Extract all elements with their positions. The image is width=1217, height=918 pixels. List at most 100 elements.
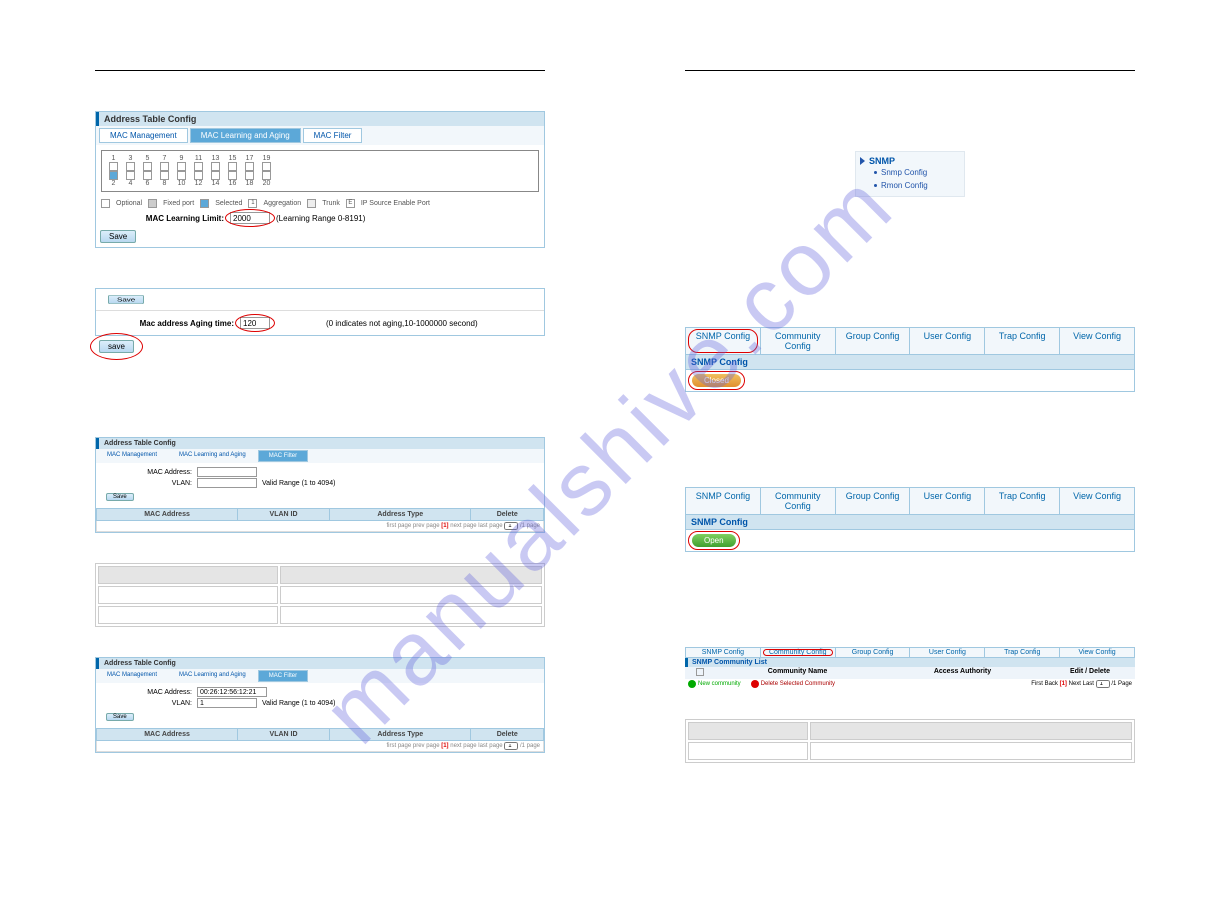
- panel-title: Address Table Config: [96, 112, 544, 126]
- legend-optional-icon: [101, 199, 110, 208]
- tab-group-config[interactable]: Group Config: [836, 648, 911, 657]
- tabs: MAC Management MAC Learning and Aging MA…: [96, 126, 544, 145]
- property-table: [685, 719, 1135, 763]
- tab-trap-config[interactable]: Trap Config: [985, 328, 1060, 354]
- port-selector[interactable]: 135791113151719 2468101214161820: [101, 150, 539, 192]
- nav-rmon-config[interactable]: Rmon Config: [874, 179, 960, 192]
- legend-fixed-icon: [148, 199, 157, 208]
- vlan-input[interactable]: [197, 478, 257, 488]
- tab-snmp-config[interactable]: SNMP Config: [686, 648, 761, 657]
- community-list-title: SNMP Community List: [685, 658, 1135, 667]
- tab-view-config[interactable]: View Config: [1060, 328, 1134, 354]
- port-chk-selected[interactable]: [109, 171, 118, 180]
- aging-row: Mac address Aging time: (0 indicates not…: [96, 310, 544, 335]
- tab-mac-learning-aging[interactable]: MAC Learning and Aging: [190, 128, 301, 143]
- aging-input[interactable]: [240, 317, 270, 329]
- save-button[interactable]: Save: [100, 230, 136, 243]
- mac-limit-label: MAC Learning Limit:: [104, 214, 224, 223]
- legend-agg-icon: [248, 199, 257, 208]
- nav-snmp-config[interactable]: Snmp Config: [874, 166, 960, 179]
- plus-icon: [688, 680, 696, 688]
- mac-filter-panel-filled: Address Table Config MAC Management MAC …: [95, 657, 545, 753]
- new-community-link[interactable]: New community: [688, 680, 741, 688]
- mac-limit-input[interactable]: [230, 212, 270, 224]
- vlan-hint: Valid Range (1 to 4094): [262, 700, 335, 707]
- snmp-sub-title: SNMP Config: [685, 355, 1135, 370]
- save-button[interactable]: Save: [106, 493, 134, 501]
- mac-filter-panel: Address Table Config MAC Management MAC …: [95, 437, 545, 533]
- page-input[interactable]: [504, 742, 518, 750]
- bullet-icon: [874, 184, 877, 187]
- mac-addr-input[interactable]: [197, 467, 257, 477]
- tab-snmp-config[interactable]: SNMP Config: [686, 328, 761, 354]
- chevron-right-icon: [860, 157, 865, 165]
- tab-group-config[interactable]: Group Config: [836, 488, 911, 514]
- aging-label: Mac address Aging time:: [104, 319, 234, 328]
- tab-user-config[interactable]: User Config: [910, 328, 985, 354]
- tab-user-config[interactable]: User Config: [910, 488, 985, 514]
- snmp-tabs: SNMP Config Community Config Group Confi…: [685, 487, 1135, 515]
- panel-title: Address Table Config: [96, 658, 544, 669]
- snmp-toggle-row: Open: [685, 530, 1135, 552]
- select-all-chk[interactable]: [696, 668, 704, 676]
- snmp-sub-title: SNMP Config: [685, 515, 1135, 530]
- save-button-aging[interactable]: save: [99, 340, 134, 353]
- port-num-row2: 2468101214161820: [106, 180, 534, 187]
- tabs: MAC Management MAC Learning and Aging MA…: [96, 449, 544, 463]
- snmp-tabs: SNMP Config Community Config Group Confi…: [685, 647, 1135, 658]
- save-button[interactable]: Save: [106, 713, 134, 721]
- divider: [685, 70, 1135, 71]
- mac-addr-label: MAC Address:: [102, 469, 192, 476]
- snmp-tabs: SNMP Config Community Config Group Confi…: [685, 327, 1135, 355]
- save-button-top[interactable]: Save: [108, 295, 144, 304]
- tab-mac-management[interactable]: MAC Management: [99, 128, 188, 143]
- snmp-toggle-closed[interactable]: Closed: [692, 374, 741, 387]
- page-left: Address Table Config MAC Management MAC …: [95, 70, 545, 763]
- page-input[interactable]: [1096, 680, 1110, 688]
- delete-selected-link[interactable]: Delete Selected Community: [751, 680, 835, 688]
- panel-title: Address Table Config: [96, 438, 544, 449]
- tab-snmp-config[interactable]: SNMP Config: [686, 488, 761, 514]
- bullet-icon: [874, 171, 877, 174]
- legend-ip-icon: [346, 199, 355, 208]
- nav-snmp[interactable]: SNMP: [860, 156, 960, 166]
- tab-view-config[interactable]: View Config: [1060, 488, 1134, 514]
- vlan-hint: Valid Range (1 to 4094): [262, 480, 335, 487]
- tab-community-config[interactable]: Community Config: [761, 648, 836, 657]
- tab-community-config[interactable]: Community Config: [761, 328, 836, 354]
- minus-icon: [751, 680, 759, 688]
- legend-selected-icon: [200, 199, 209, 208]
- vlan-label: VLAN:: [102, 480, 192, 487]
- community-action-row: New community Delete Selected Community …: [685, 679, 1135, 689]
- community-header-row: Community Name Access Authority Edit / D…: [685, 667, 1135, 679]
- tab-community-config[interactable]: Community Config: [761, 488, 836, 514]
- tab-mac-filter[interactable]: MAC Filter: [303, 128, 363, 143]
- pager: first page prev page [1] next page last …: [96, 741, 544, 752]
- tab-mac-learning-aging[interactable]: MAC Learning and Aging: [169, 670, 256, 682]
- tab-user-config[interactable]: User Config: [910, 648, 985, 657]
- tab-mac-management[interactable]: MAC Management: [97, 450, 167, 462]
- page-right: SNMP Snmp Config Rmon Config SNMP Config…: [685, 70, 1135, 763]
- port-chk[interactable]: [109, 162, 118, 171]
- mac-limit-row: MAC Learning Limit: (Learning Range 0-81…: [96, 210, 544, 226]
- tab-group-config[interactable]: Group Config: [836, 328, 911, 354]
- mac-filter-table: MAC AddressVLAN IDAddress TypeDelete: [96, 508, 544, 521]
- tab-trap-config[interactable]: Trap Config: [985, 648, 1060, 657]
- snmp-toggle-open[interactable]: Open: [692, 534, 736, 547]
- tab-mac-learning-aging[interactable]: MAC Learning and Aging: [169, 450, 256, 462]
- tab-trap-config[interactable]: Trap Config: [985, 488, 1060, 514]
- mac-addr-input[interactable]: [197, 687, 267, 697]
- page-input[interactable]: [504, 522, 518, 530]
- pager: first page prev page [1] next page last …: [96, 521, 544, 532]
- mac-filter-table: MAC AddressVLAN IDAddress TypeDelete: [96, 728, 544, 741]
- vlan-input[interactable]: [197, 698, 257, 708]
- property-table: [95, 563, 545, 627]
- tab-mac-management[interactable]: MAC Management: [97, 670, 167, 682]
- snmp-nav: SNMP Snmp Config Rmon Config: [855, 151, 965, 197]
- pager: First Back [1] Next Last /1 Page: [1031, 680, 1132, 688]
- mac-addr-label: MAC Address:: [102, 689, 192, 696]
- tab-mac-filter[interactable]: MAC Filter: [258, 450, 308, 462]
- tab-mac-filter[interactable]: MAC Filter: [258, 670, 308, 682]
- port-chk-row2: [106, 171, 534, 180]
- tab-view-config[interactable]: View Config: [1060, 648, 1134, 657]
